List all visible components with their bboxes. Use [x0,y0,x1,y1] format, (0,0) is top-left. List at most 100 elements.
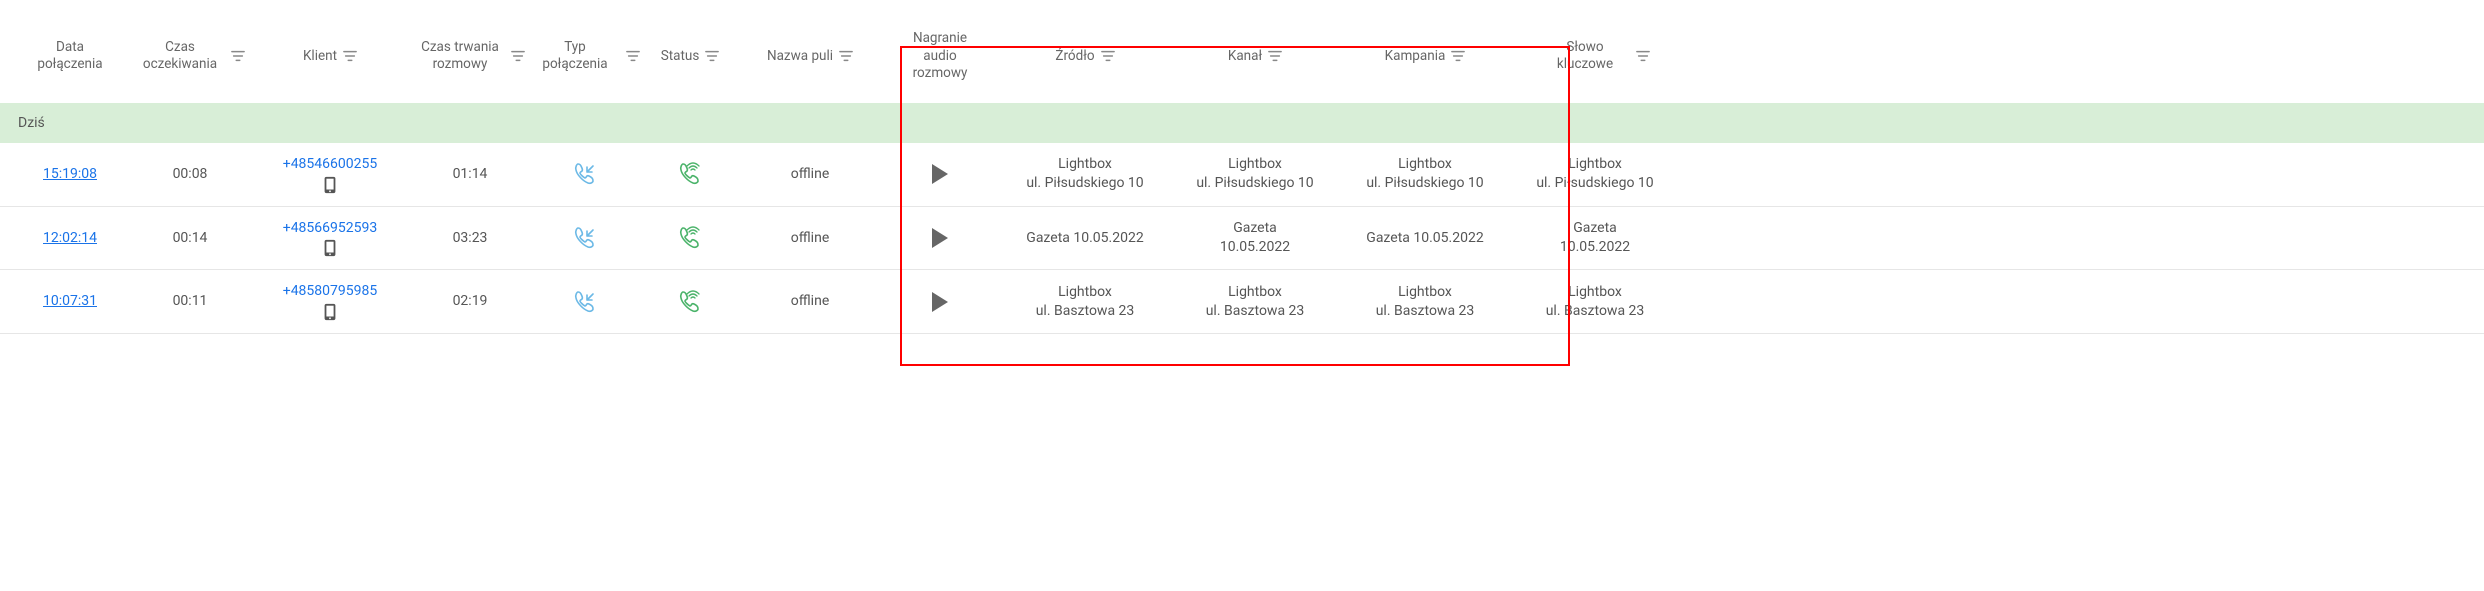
group-label: Dziś [18,115,45,131]
col-header-wait[interactable]: Czas oczekiwania [130,39,250,74]
cell-source: Gazeta 10.05.2022 [1000,229,1170,248]
calls-table: Data połączenia Czas oczekiwania Klient … [0,10,2484,334]
filter-icon[interactable] [839,49,853,63]
cell-client: +48580795985 [250,282,410,321]
col-label: Czas trwania rozmowy [415,39,505,74]
incoming-call-icon [571,160,599,188]
filter-icon[interactable] [1636,49,1650,63]
cell-status [640,224,740,252]
cell-pool: offline [740,229,880,248]
incoming-call-icon [571,224,599,252]
cell-keyword: Lightbox ul. Basztowa 23 [1510,283,1680,321]
cell-wait: 00:14 [130,229,250,248]
cell-campaign: Gazeta 10.05.2022 [1340,229,1510,248]
incoming-call-icon [571,288,599,316]
cell-status [640,288,740,316]
cell-wait: 00:11 [130,292,250,311]
answered-call-icon [676,160,704,188]
filter-icon[interactable] [231,49,245,63]
cell-client: +48566952593 [250,219,410,258]
filter-icon[interactable] [343,49,357,63]
answered-call-icon [676,224,704,252]
table-row: 15:19:08 00:08 +48546600255 01:14 offlin… [0,143,2484,207]
play-icon[interactable] [932,228,948,248]
keyword-line1: Lightbox [1568,283,1622,302]
col-label: Nagranie audio rozmowy [895,30,985,83]
col-header-audio[interactable]: Nagranie audio rozmowy [880,30,1000,83]
col-header-source[interactable]: Źródło [1000,48,1170,66]
cell-duration: 03:23 [410,229,530,248]
col-label: Kampania [1385,48,1446,66]
client-phone-link[interactable]: +48580795985 [283,282,378,301]
call-time-link[interactable]: 10:07:31 [43,292,97,311]
mobile-icon [323,239,337,257]
cell-call-type [530,224,640,252]
table-row: 12:02:14 00:14 +48566952593 03:23 offlin… [0,207,2484,271]
client-phone-link[interactable]: +48546600255 [283,155,378,174]
cell-keyword: Lightbox ul. Piłsudskiego 10 [1510,155,1680,193]
cell-channel: Lightbox ul. Piłsudskiego 10 [1170,155,1340,193]
client-phone-link[interactable]: +48566952593 [283,219,378,238]
cell-wait: 00:08 [130,165,250,184]
col-header-pool[interactable]: Nazwa puli [740,48,880,66]
channel-line2: ul. Piłsudskiego 10 [1196,174,1313,193]
col-label: Status [661,48,700,66]
cell-status [640,160,740,188]
cell-keyword: Gazeta 10.05.2022 [1510,219,1680,257]
cell-duration: 01:14 [410,165,530,184]
cell-audio [880,228,1000,248]
keyword-line2: ul. Piłsudskiego 10 [1536,174,1653,193]
channel-line2: ul. Basztowa 23 [1206,302,1305,321]
campaign-line1: Lightbox [1398,155,1452,174]
filter-icon[interactable] [626,49,640,63]
cell-audio [880,164,1000,184]
cell-source: Lightbox ul. Basztowa 23 [1000,283,1170,321]
filter-icon[interactable] [705,49,719,63]
col-label: Nazwa puli [767,48,833,66]
filter-icon[interactable] [1268,49,1282,63]
cell-campaign: Lightbox ul. Basztowa 23 [1340,283,1510,321]
cell-time: 10:07:31 [10,292,130,311]
channel-line1: Lightbox [1228,283,1282,302]
mobile-icon [323,303,337,321]
col-header-keyword[interactable]: Słowo kluczowe [1510,39,1680,74]
col-label: Data połączenia [25,39,115,74]
col-header-client[interactable]: Klient [250,48,410,66]
table-header: Data połączenia Czas oczekiwania Klient … [0,10,2484,103]
col-header-status[interactable]: Status [640,48,740,66]
cell-pool: offline [740,292,880,311]
col-header-channel[interactable]: Kanał [1170,48,1340,66]
cell-time: 15:19:08 [10,165,130,184]
call-time-link[interactable]: 15:19:08 [43,165,97,184]
call-time-link[interactable]: 12:02:14 [43,229,97,248]
keyword-line2: ul. Basztowa 23 [1546,302,1645,321]
source-line1: Lightbox [1058,155,1112,174]
play-icon[interactable] [932,292,948,312]
col-label: Klient [303,48,337,66]
source-line2: ul. Piłsudskiego 10 [1026,174,1143,193]
date-group-row: Dziś [0,103,2484,143]
col-label: Czas oczekiwania [135,39,225,74]
filter-icon[interactable] [1451,49,1465,63]
cell-call-type [530,288,640,316]
keyword-line1: Gazeta [1573,219,1617,238]
source-line1: Lightbox [1058,283,1112,302]
cell-audio [880,292,1000,312]
col-header-duration[interactable]: Czas trwania rozmowy [410,39,530,74]
play-icon[interactable] [932,164,948,184]
campaign-line2: ul. Piłsudskiego 10 [1366,174,1483,193]
col-header-type[interactable]: Typ połączenia [530,39,640,74]
mobile-icon [323,176,337,194]
source-line2: ul. Basztowa 23 [1036,302,1135,321]
channel-line1: Lightbox [1228,155,1282,174]
filter-icon[interactable] [1101,49,1115,63]
col-header-campaign[interactable]: Kampania [1340,48,1510,66]
cell-call-type [530,160,640,188]
keyword-line2: 10.05.2022 [1560,238,1630,257]
col-header-date[interactable]: Data połączenia [10,39,130,74]
table-row: 10:07:31 00:11 +48580795985 02:19 offlin… [0,270,2484,334]
cell-channel: Gazeta 10.05.2022 [1170,219,1340,257]
cell-source: Lightbox ul. Piłsudskiego 10 [1000,155,1170,193]
source-line1: Gazeta 10.05.2022 [1026,229,1143,248]
filter-icon[interactable] [511,49,525,63]
